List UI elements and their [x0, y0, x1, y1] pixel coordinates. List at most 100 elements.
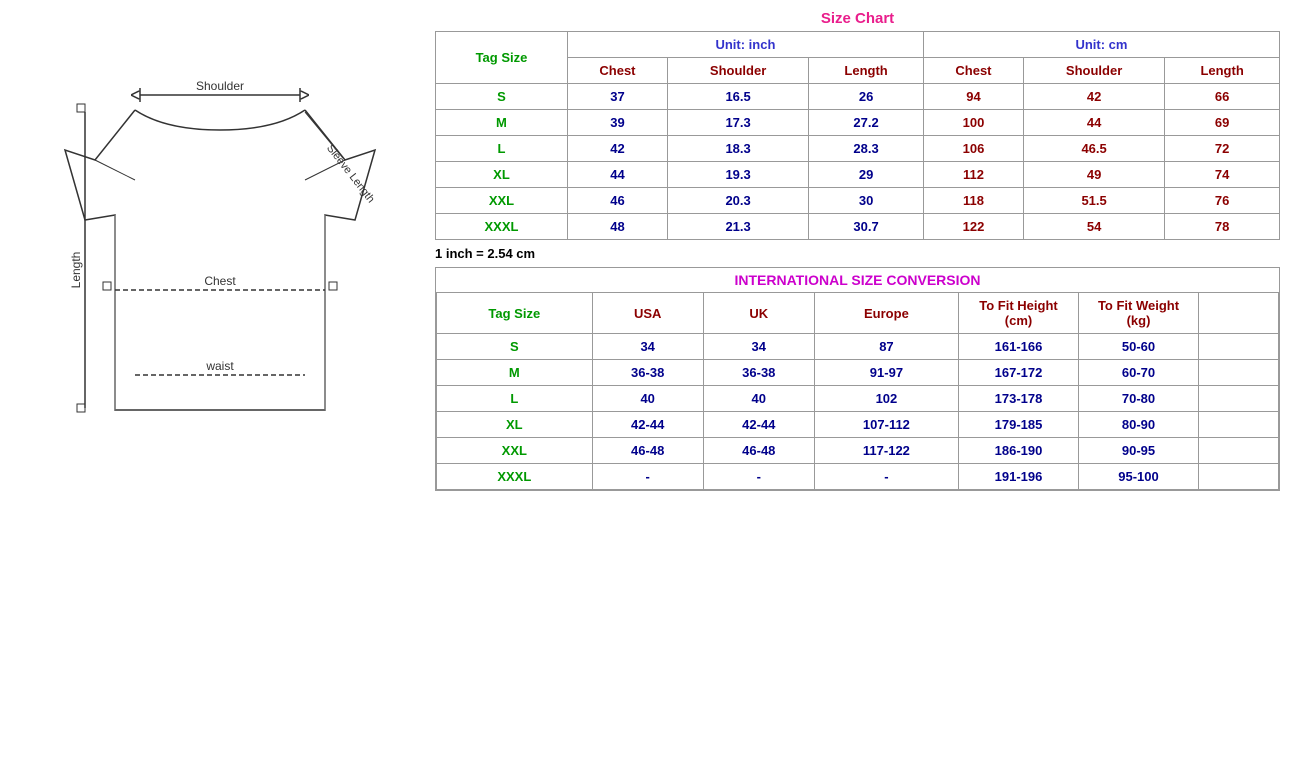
height-cell: 161-166 [959, 334, 1079, 360]
inch-shoulder-cell: 21.3 [667, 214, 808, 240]
height-cell: 191-196 [959, 464, 1079, 490]
empty-cell [1199, 412, 1279, 438]
inch-chest-cell: 42 [567, 136, 667, 162]
uk-cell: - [703, 464, 814, 490]
cm-chest-cell: 94 [923, 84, 1023, 110]
size-chart-title: Size Chart [435, 10, 1280, 27]
cm-shoulder-cell: 51.5 [1023, 188, 1164, 214]
europe-cell: 117-122 [814, 438, 958, 464]
uk-cell: 46-48 [703, 438, 814, 464]
intl-tag-cell: XL [437, 412, 593, 438]
height-cell: 167-172 [959, 360, 1079, 386]
size-chart-row: XL 44 19.3 29 112 49 74 [436, 162, 1280, 188]
intl-row: XXL 46-48 46-48 117-122 186-190 90-95 [437, 438, 1279, 464]
tag-size-header: Tag Size [436, 32, 568, 84]
svg-text:waist: waist [205, 359, 234, 373]
usa-cell: 36-38 [592, 360, 703, 386]
size-chart-row: L 42 18.3 28.3 106 46.5 72 [436, 136, 1280, 162]
height-cell: 186-190 [959, 438, 1079, 464]
usa-cell: 46-48 [592, 438, 703, 464]
inch-note: 1 inch = 2.54 cm [435, 246, 1280, 261]
intl-tag-cell: S [437, 334, 593, 360]
intl-table: Tag Size USA UK Europe To Fit Height (cm… [436, 292, 1279, 490]
weight-cell: 80-90 [1079, 412, 1199, 438]
inch-chest-header: Chest [567, 58, 667, 84]
uk-cell: 42-44 [703, 412, 814, 438]
tag-size-cell: XXL [436, 188, 568, 214]
europe-cell: - [814, 464, 958, 490]
tag-size-cell: XL [436, 162, 568, 188]
size-chart-row: XXXL 48 21.3 30.7 122 54 78 [436, 214, 1280, 240]
inch-chest-cell: 37 [567, 84, 667, 110]
empty-cell [1199, 386, 1279, 412]
cm-chest-cell: 106 [923, 136, 1023, 162]
europe-cell: 102 [814, 386, 958, 412]
inch-shoulder-cell: 16.5 [667, 84, 808, 110]
weight-cell: 60-70 [1079, 360, 1199, 386]
svg-text:Length: Length [69, 252, 83, 289]
usa-cell: 42-44 [592, 412, 703, 438]
europe-cell: 91-97 [814, 360, 958, 386]
weight-header: To Fit Weight (kg) [1079, 293, 1199, 334]
svg-text:Chest: Chest [204, 274, 236, 288]
intl-tag-cell: L [437, 386, 593, 412]
cm-length-header: Length [1165, 58, 1280, 84]
intl-row: M 36-38 36-38 91-97 167-172 60-70 [437, 360, 1279, 386]
inch-length-header: Length [809, 58, 924, 84]
right-panel: Size Chart Tag Size Unit: inch Unit: cm … [430, 10, 1285, 491]
size-chart-row: M 39 17.3 27.2 100 44 69 [436, 110, 1280, 136]
left-panel: Shoulder Sleeve Length Chest Length wais… [10, 10, 430, 460]
inch-shoulder-cell: 17.3 [667, 110, 808, 136]
uk-cell: 34 [703, 334, 814, 360]
size-chart-table: Tag Size Unit: inch Unit: cm Chest Shoul… [435, 31, 1280, 240]
uk-header: UK [703, 293, 814, 334]
cm-length-cell: 74 [1165, 162, 1280, 188]
intl-title: INTERNATIONAL SIZE CONVERSION [436, 272, 1279, 288]
weight-cell: 50-60 [1079, 334, 1199, 360]
cm-length-cell: 76 [1165, 188, 1280, 214]
cm-chest-cell: 118 [923, 188, 1023, 214]
inch-shoulder-cell: 19.3 [667, 162, 808, 188]
inch-shoulder-cell: 20.3 [667, 188, 808, 214]
inch-shoulder-cell: 18.3 [667, 136, 808, 162]
cm-length-cell: 66 [1165, 84, 1280, 110]
empty-cell [1199, 438, 1279, 464]
usa-header: USA [592, 293, 703, 334]
inch-shoulder-header: Shoulder [667, 58, 808, 84]
size-chart-row: S 37 16.5 26 94 42 66 [436, 84, 1280, 110]
uk-cell: 40 [703, 386, 814, 412]
height-cell: 173-178 [959, 386, 1079, 412]
usa-cell: 40 [592, 386, 703, 412]
empty-cell [1199, 464, 1279, 490]
svg-text:Shoulder: Shoulder [196, 79, 244, 93]
cm-chest-cell: 100 [923, 110, 1023, 136]
intl-row: XL 42-44 42-44 107-112 179-185 80-90 [437, 412, 1279, 438]
inch-chest-cell: 44 [567, 162, 667, 188]
tshirt-diagram: Shoulder Sleeve Length Chest Length wais… [35, 20, 405, 450]
empty-cell [1199, 360, 1279, 386]
inch-length-cell: 30.7 [809, 214, 924, 240]
cm-chest-header: Chest [923, 58, 1023, 84]
height-header: To Fit Height (cm) [959, 293, 1079, 334]
inch-length-cell: 29 [809, 162, 924, 188]
intl-tag-cell: XXL [437, 438, 593, 464]
uk-cell: 36-38 [703, 360, 814, 386]
cm-shoulder-cell: 49 [1023, 162, 1164, 188]
tag-size-cell: M [436, 110, 568, 136]
unit-inch-header: Unit: inch [567, 32, 923, 58]
inch-length-cell: 28.3 [809, 136, 924, 162]
inch-chest-cell: 48 [567, 214, 667, 240]
usa-cell: - [592, 464, 703, 490]
usa-cell: 34 [592, 334, 703, 360]
cm-shoulder-cell: 54 [1023, 214, 1164, 240]
cm-shoulder-cell: 44 [1023, 110, 1164, 136]
europe-header: Europe [814, 293, 958, 334]
tag-size-cell: XXXL [436, 214, 568, 240]
cm-length-cell: 72 [1165, 136, 1280, 162]
empty-cell [1199, 334, 1279, 360]
cm-length-cell: 69 [1165, 110, 1280, 136]
europe-cell: 107-112 [814, 412, 958, 438]
intl-tag-cell: M [437, 360, 593, 386]
weight-cell: 90-95 [1079, 438, 1199, 464]
intl-row: S 34 34 87 161-166 50-60 [437, 334, 1279, 360]
